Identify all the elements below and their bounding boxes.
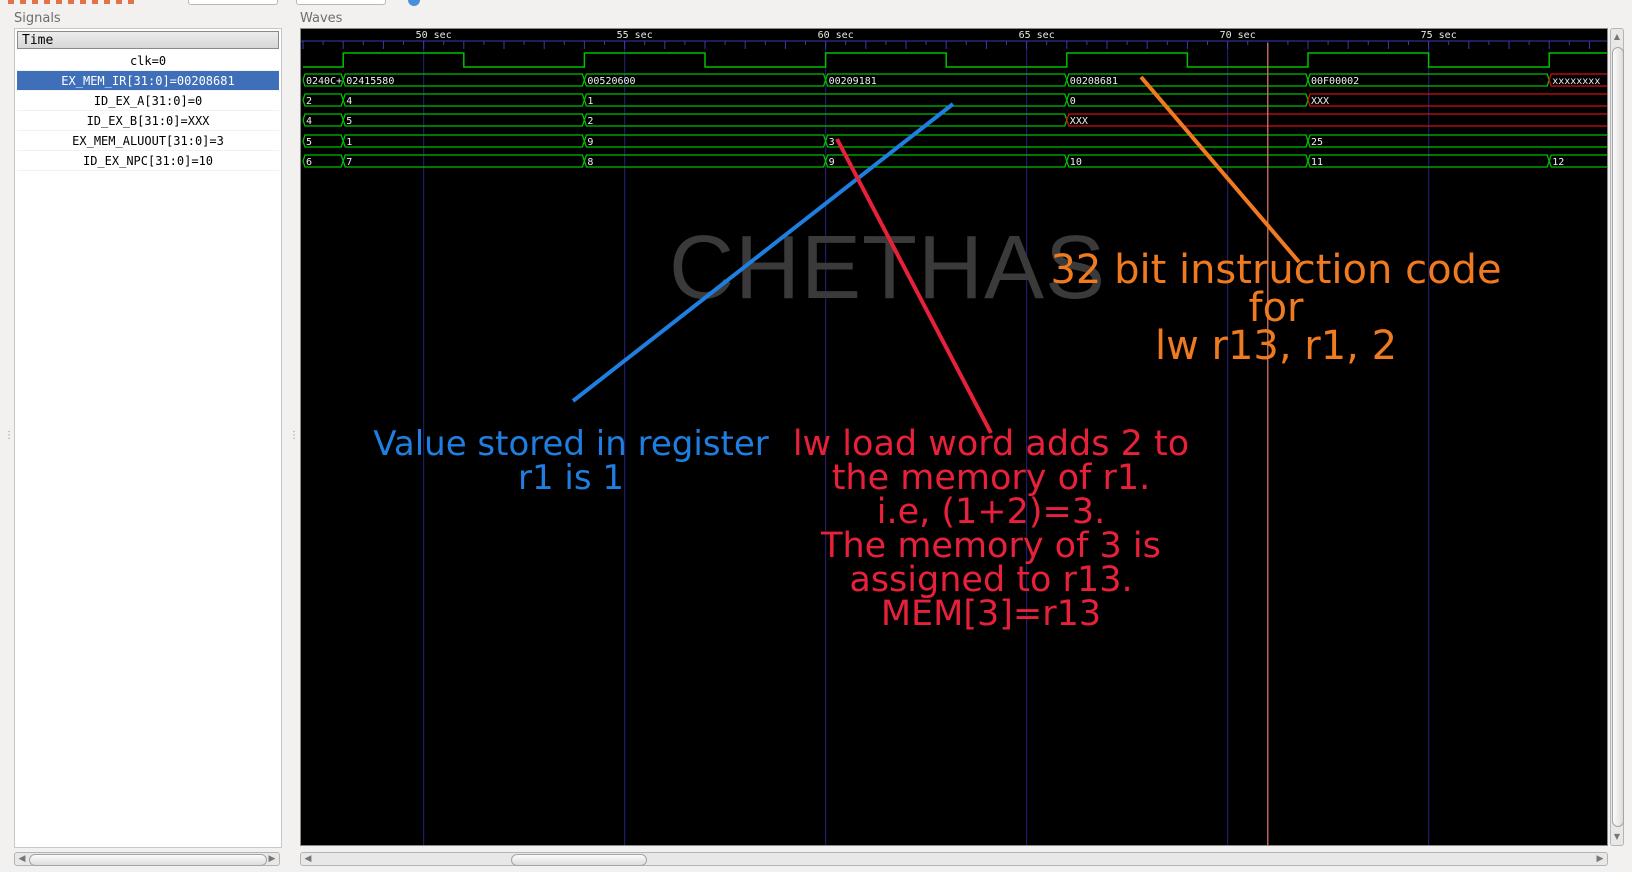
orange-annotation: 32 bit instruction code for lw r13, r1, …	[1016, 247, 1536, 369]
signal-row-clk[interactable]: clk=0	[17, 51, 279, 71]
waves-scroll-thumb[interactable]	[511, 854, 647, 866]
signal-row-ex-mem-ir[interactable]: EX_MEM_IR[31:0]=00208681	[17, 71, 279, 91]
waves-horizontal-scrollbar[interactable]: ◀ ▶	[300, 852, 1608, 866]
toolbar-field-2[interactable]	[296, 0, 386, 5]
red-annotation-line-2: the memory of r1.	[831, 458, 1151, 498]
scroll-left-icon[interactable]: ◀	[16, 853, 28, 865]
signals-scroll-thumb[interactable]	[29, 854, 267, 866]
waves-panel[interactable]: 50 sec 55 sec 60 sec 65 sec 70 sec 75 sec 024…	[300, 28, 1608, 846]
signal-row-ex-mem-aluout[interactable]: EX_MEM_ALUOUT[31:0]=3	[17, 131, 279, 151]
signals-horizontal-scrollbar[interactable]: ◀ ▶	[14, 852, 280, 866]
signals-panel: Time clk=0 EX_MEM_IR[31:0]=00208681 ID_E…	[14, 28, 282, 848]
orange-annotation-line	[1139, 75, 1301, 264]
toolbar-field-1[interactable]	[188, 0, 278, 5]
scroll-down-icon[interactable]: ▼	[1611, 831, 1623, 843]
signals-panel-label: Signals	[14, 11, 61, 26]
toolbar-remnant	[0, 0, 1632, 6]
orange-annotation-line-2: for	[1248, 285, 1304, 331]
scroll-right-icon[interactable]: ▶	[266, 853, 278, 865]
red-annotation-line-3: i.e, (1+2)=3.	[876, 492, 1106, 532]
red-annotation-line-6: MEM[3]=r13	[880, 594, 1102, 634]
waves-panel-label: Waves	[300, 11, 343, 26]
pane-divider-grip-icon[interactable]: ⋮	[289, 430, 300, 441]
scroll-up-icon[interactable]: ▲	[1611, 31, 1623, 43]
orange-annotation-line-1: 32 bit instruction code	[1050, 247, 1502, 293]
red-annotation-line-5: assigned to r13.	[849, 560, 1133, 600]
red-annotation-line-4: The memory of 3 is	[821, 526, 1161, 566]
waves-scroll-left-icon[interactable]: ◀	[302, 853, 314, 865]
red-annotation-line	[835, 138, 993, 434]
signal-row-id-ex-a[interactable]: ID_EX_A[31:0]=0	[17, 91, 279, 111]
toolbar-icons-fragment	[8, 0, 138, 4]
signal-row-id-ex-b[interactable]: ID_EX_B[31:0]=XXX	[17, 111, 279, 131]
orange-annotation-line-3: lw r13, r1, 2	[1154, 323, 1398, 369]
red-annotation: lw load word adds 2 to the memory of r1.…	[721, 424, 1261, 634]
help-icon[interactable]	[408, 0, 420, 6]
red-annotation-line-1: lw load word adds 2 to	[792, 424, 1190, 464]
signal-row-id-ex-npc[interactable]: ID_EX_NPC[31:0]=10	[17, 151, 279, 171]
waves-vscroll-thumb[interactable]	[1612, 47, 1624, 827]
signal-header-time[interactable]: Time	[17, 31, 279, 49]
waves-vertical-scrollbar[interactable]: ▲ ▼	[1610, 28, 1624, 846]
left-grip-icon[interactable]: ⋮	[4, 430, 15, 441]
waves-scroll-right-icon[interactable]: ▶	[1594, 853, 1606, 865]
